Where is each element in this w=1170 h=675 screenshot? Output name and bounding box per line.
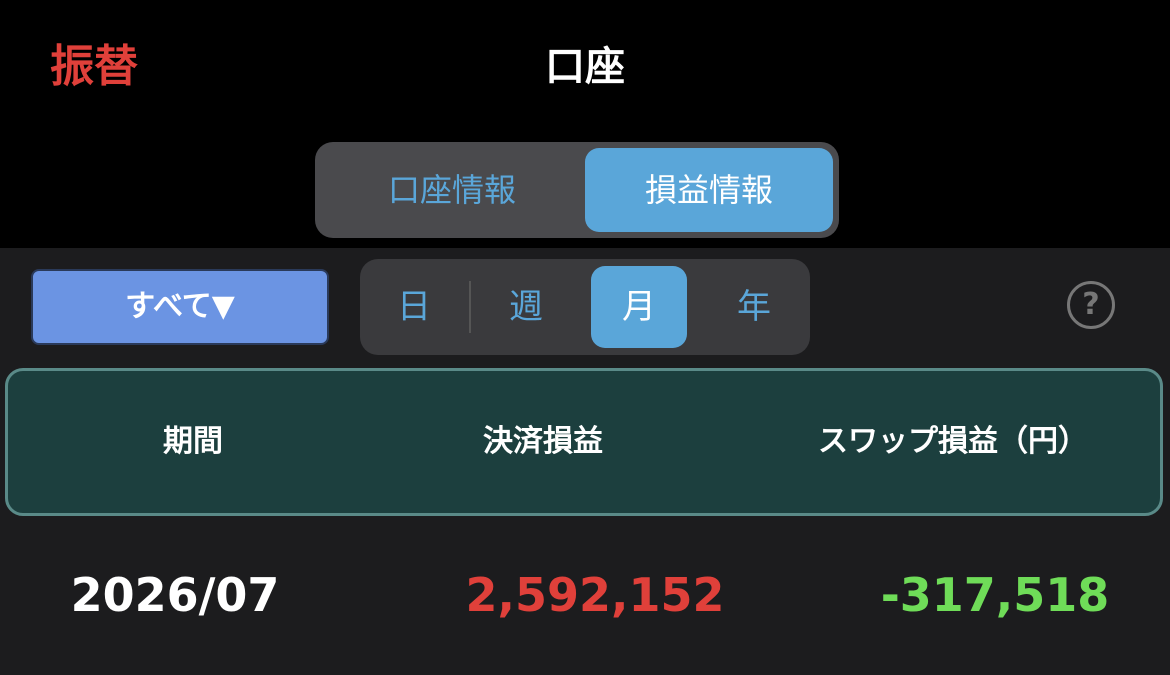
account-screen: 振替 口座 口座情報 損益情報 すべて▼ 日 週 月 年 ? 期間 決済損益 ス… <box>0 0 1170 675</box>
column-header-swap-pl: スワップ損益（円） <box>818 424 1088 459</box>
period-tab-year[interactable]: 年 <box>706 266 802 348</box>
column-header-settlement-pl: 決済損益 <box>483 424 603 459</box>
period-tab-month[interactable]: 月 <box>591 266 687 348</box>
account-tab-switcher: 口座情報 損益情報 <box>315 142 839 238</box>
table-header: 期間 決済損益 スワップ損益（円） <box>5 368 1163 516</box>
cell-swap-pl: -317,518 <box>880 568 1110 622</box>
tab-profit-loss-info[interactable]: 損益情報 <box>585 148 833 232</box>
page-title: 口座 <box>545 44 625 90</box>
tab-account-info[interactable]: 口座情報 <box>321 148 583 232</box>
table-row: 2026/07 2,592,152 -317,518 <box>0 530 1170 660</box>
column-header-period: 期間 <box>163 424 223 459</box>
top-header: 振替 口座 <box>0 0 1170 120</box>
period-tab-week[interactable]: 週 <box>478 266 574 348</box>
help-icon[interactable]: ? <box>1067 281 1115 329</box>
cell-settlement-pl: 2,592,152 <box>465 568 725 622</box>
filter-all-dropdown[interactable]: すべて▼ <box>31 269 329 345</box>
period-switcher: 日 週 月 年 <box>360 259 810 355</box>
period-tab-day[interactable]: 日 <box>366 266 462 348</box>
cell-period: 2026/07 <box>70 568 280 622</box>
period-divider <box>469 281 471 333</box>
